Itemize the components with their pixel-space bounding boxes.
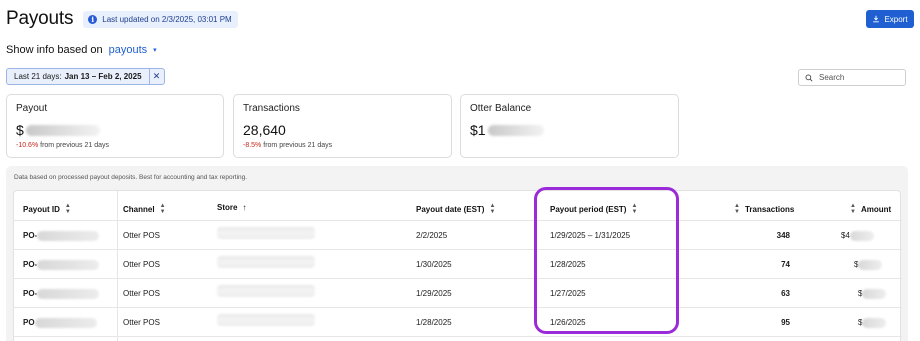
page-header: Payouts i Last updated on 2/3/2025, 03:0… [6, 8, 238, 30]
header-payout-date[interactable]: Payout date (EST) ▲ ▼ [416, 203, 495, 215]
date-range-chip[interactable]: Last 21 days: Jan 13 – Feb 2, 2025 ✕ [6, 68, 165, 85]
payout-period: 1/28/2025 [550, 260, 586, 269]
transactions: 95 [781, 318, 790, 327]
search-box[interactable] [798, 69, 906, 86]
transactions: 348 [776, 231, 790, 240]
header-amount[interactable]: ▲ ▼ Amount [850, 203, 891, 215]
download-icon [873, 15, 880, 23]
search-input[interactable] [819, 73, 899, 82]
payout-date: 1/28/2025 [416, 318, 452, 327]
payout-id[interactable]: PO [23, 318, 97, 328]
amount: $ [858, 318, 887, 328]
date-range-text[interactable]: Last 21 days: Jan 13 – Feb 2, 2025 [7, 72, 149, 81]
sort-icon[interactable]: ▲ ▼ [734, 203, 740, 215]
page-title: Payouts [6, 8, 74, 29]
card-change: -8.5% from previous 21 days [243, 142, 333, 149]
last-updated-text: Last updated on 2/3/2025, 03:01 PM [102, 14, 232, 24]
store-name [217, 285, 315, 297]
amount: $ [858, 289, 887, 299]
card-title: Transactions [243, 103, 300, 114]
show-info-label: Show info based on [6, 44, 103, 56]
channel: Otter POS [123, 260, 160, 269]
payout-date: 1/29/2025 [416, 289, 452, 298]
header-payout-id[interactable]: Payout ID ▲ ▼ [23, 203, 71, 215]
store-name [217, 314, 315, 326]
row-divider [14, 249, 902, 250]
arrow-up-icon[interactable]: ↑ [242, 203, 246, 212]
card-title: Payout [16, 103, 48, 114]
card-value: 28,640 [243, 122, 286, 138]
show-info-dropdown[interactable]: payouts [109, 44, 148, 56]
payout-id[interactable]: PO- [23, 231, 100, 241]
payout-card: Payout $ -10.6% from previous 21 days [6, 94, 224, 158]
row-divider [14, 307, 902, 308]
header-store[interactable]: Store ↑ [217, 203, 246, 212]
close-icon[interactable]: ✕ [148, 69, 164, 84]
search-icon [805, 74, 813, 82]
channel: Otter POS [123, 318, 160, 327]
last-updated-badge: i Last updated on 2/3/2025, 03:01 PM [83, 10, 238, 28]
header-transactions[interactable]: ▲ ▼ Transactions [734, 203, 794, 215]
payout-period: 1/26/2025 [550, 318, 586, 327]
payout-date: 2/2/2025 [416, 231, 448, 240]
payout-id[interactable]: PO- [23, 260, 100, 270]
store-name [217, 227, 315, 239]
header-payout-period[interactable]: Payout period (EST) ▲ ▼ [550, 203, 637, 215]
row-divider [14, 278, 902, 279]
show-info-selector: Show info based on payouts ▾ [6, 44, 157, 56]
payout-id[interactable]: PO- [23, 289, 100, 299]
payouts-table-panel: Data based on processed payout deposits.… [6, 166, 908, 341]
sort-icon[interactable]: ▲ ▼ [65, 203, 71, 215]
amount: $4 [841, 231, 874, 241]
payout-period: 1/27/2025 [550, 289, 586, 298]
channel: Otter POS [123, 289, 160, 298]
transactions: 74 [781, 260, 790, 269]
card-title: Otter Balance [470, 103, 532, 114]
export-button[interactable]: Export [866, 10, 914, 28]
store-name [217, 256, 315, 268]
amount: $ [854, 260, 883, 270]
row-divider [14, 220, 902, 221]
card-value: $1 [470, 122, 678, 138]
card-change: -10.6% from previous 21 days [16, 142, 110, 149]
chevron-down-icon[interactable]: ▾ [153, 46, 157, 54]
transactions-card: Transactions 28,640 -8.5% from previous … [233, 94, 452, 158]
column-divider [117, 191, 118, 341]
otter-balance-card: Otter Balance $1 [460, 94, 679, 158]
payout-date: 1/30/2025 [416, 260, 452, 269]
table-note: Data based on processed payout deposits.… [14, 174, 248, 181]
payout-period: 1/29/2025 – 1/31/2025 [550, 231, 631, 240]
header-channel[interactable]: Channel ▲ ▼ [123, 203, 166, 215]
channel: Otter POS [123, 231, 160, 240]
transactions: 63 [781, 289, 790, 298]
sort-icon[interactable]: ▲ ▼ [631, 203, 637, 215]
payouts-table: Payout ID ▲ ▼ Channel ▲ ▼ Store ↑ Payout date… [13, 190, 902, 341]
info-icon: i [88, 14, 98, 24]
sort-icon[interactable]: ▲ ▼ [850, 203, 856, 215]
sort-icon[interactable]: ▲ ▼ [160, 203, 166, 215]
card-value: $ [16, 122, 223, 138]
row-divider [14, 336, 902, 337]
sort-icon[interactable]: ▲ ▼ [489, 203, 495, 215]
export-label: Export [884, 14, 908, 24]
